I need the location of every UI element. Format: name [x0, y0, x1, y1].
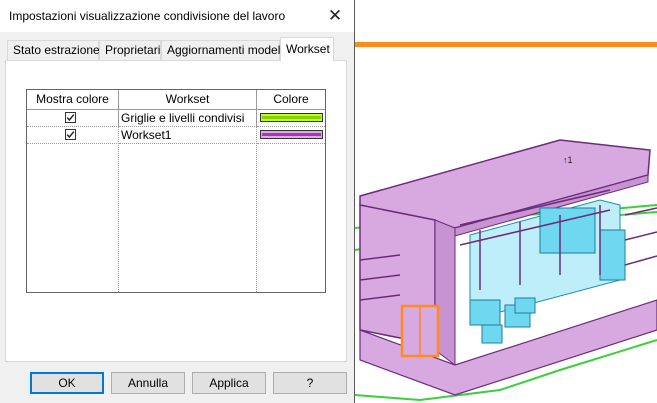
dialog-title: Impostazioni visualizzazione condivision…: [9, 9, 286, 23]
workset-name: Workset1: [121, 128, 172, 142]
help-button[interactable]: ?: [273, 372, 347, 394]
ok-button[interactable]: OK: [30, 372, 104, 394]
tab-checkout-status[interactable]: Stato estrazione: [7, 40, 100, 60]
tab-model-updates[interactable]: Aggiornamenti modello: [161, 40, 290, 60]
header-label: Colore: [273, 92, 309, 106]
checkmark-icon: [66, 131, 75, 139]
apply-button[interactable]: Applica: [192, 372, 266, 394]
workset-name-cell[interactable]: Griglie e livelli condivisi: [119, 110, 257, 127]
table-row[interactable]: Workset1: [27, 127, 325, 144]
show-color-cell[interactable]: [27, 110, 119, 127]
workset-color-grid: Mostra colore Workset Colore Griglie e l…: [26, 89, 326, 293]
close-icon: ✕: [327, 6, 343, 25]
workset-name-cell[interactable]: Workset1: [119, 127, 257, 144]
column-header-workset[interactable]: Workset: [119, 90, 257, 110]
tab-owners[interactable]: Proprietari: [99, 40, 161, 60]
button-label: Applica: [209, 376, 249, 390]
show-color-checkbox[interactable]: [65, 129, 76, 140]
color-swatch[interactable]: [260, 130, 323, 139]
header-label: Mostra colore: [36, 92, 109, 106]
show-color-checkbox[interactable]: [65, 112, 76, 123]
tab-label: Stato estrazione: [13, 43, 100, 57]
tab-label: Proprietari: [105, 43, 161, 57]
button-label: OK: [58, 376, 76, 390]
color-swatch[interactable]: [260, 113, 323, 122]
checkmark-icon: [66, 114, 75, 122]
tab-worksets[interactable]: Workset: [280, 37, 334, 61]
cancel-button[interactable]: Annulla: [111, 372, 185, 394]
svg-text:↑1: ↑1: [563, 155, 573, 165]
show-color-cell[interactable]: [27, 127, 119, 144]
orange-level-line: [355, 42, 657, 47]
dialog-title-bar[interactable]: Impostazioni visualizzazione condivision…: [0, 0, 354, 32]
workshare-settings-dialog: Impostazioni visualizzazione condivision…: [0, 0, 355, 403]
column-header-show-color[interactable]: Mostra colore: [27, 90, 119, 110]
workset-name: Griglie e livelli condivisi: [121, 111, 245, 125]
color-line: [262, 133, 321, 136]
color-cell[interactable]: [257, 110, 325, 127]
color-cell[interactable]: [257, 127, 325, 144]
column-header-color[interactable]: Colore: [257, 90, 325, 110]
color-line: [262, 116, 321, 119]
header-label: Workset: [165, 92, 210, 106]
tab-label: Aggiornamenti modello: [167, 43, 290, 57]
button-label: ?: [306, 376, 314, 390]
button-label: Annulla: [127, 376, 169, 390]
tab-label: Workset: [286, 42, 330, 56]
close-button[interactable]: ✕: [320, 2, 350, 30]
table-row[interactable]: Griglie e livelli condivisi: [27, 110, 325, 127]
